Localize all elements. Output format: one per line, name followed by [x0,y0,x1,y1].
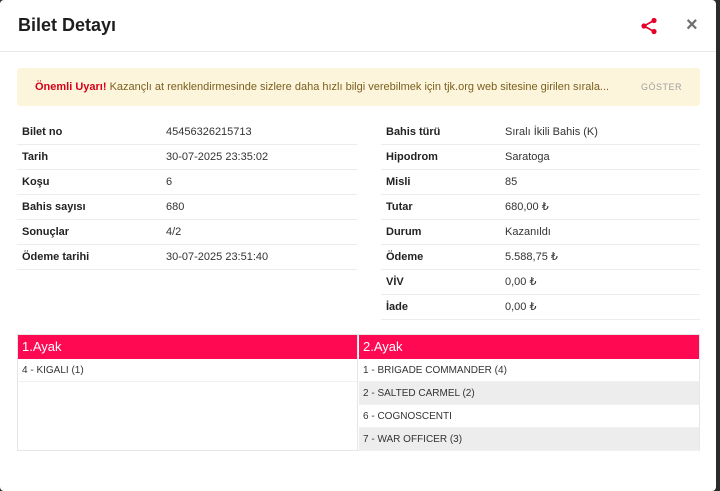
leg-column: 2.Ayak 1 - BRIGADE COMMANDER (4) 2 - SALTE… [359,335,699,451]
info-row: Hipodrom Saratoga [381,145,700,170]
info-value: 0,00 ₺ [505,301,537,313]
info-key: Tutar [386,201,413,213]
info-row: VİV 0,00 ₺ [381,270,700,295]
modal-title: Bilet Detayı [18,15,117,35]
ticket-detail-modal: Bilet Detayı × Önemli Uyarı! Kazançlı at… [0,0,716,491]
info-column-left: Bilet no 45456326215713 Tarih 30-07-2025 23… [17,120,357,270]
info-row: Ödeme 5.588,75 ₺ [381,245,700,270]
info-value: 5.588,75 ₺ [505,251,558,263]
info-value: 85 [505,176,518,188]
leg-header: 2.Ayak [359,335,699,359]
share-icon[interactable] [640,17,658,35]
leg-horse-item: 4 - KIGALI (1) [18,359,357,382]
info-row: Bahis sayısı 680 [17,195,357,220]
info-value: 680 [166,201,185,213]
info-key: Misli [386,176,411,188]
info-row: İade 0,00 ₺ [381,295,700,320]
leg-header: 1.Ayak [18,335,357,359]
warning-label: Önemli Uyarı! [35,81,107,93]
info-key: Koşu [22,176,50,188]
leg-horse-item: 2 - SALTED CARMEL (2) [359,382,699,405]
info-value: 45456326215713 [166,126,252,138]
info-value: 0,00 ₺ [505,276,537,288]
leg-column: 1.Ayak 4 - KIGALI (1) [18,335,358,450]
show-button[interactable]: GÖSTER [641,68,682,106]
info-value: Saratoga [505,151,550,163]
leg-horse-item: 7 - WAR OFFICER (3) [359,428,699,451]
legs-table: 1.Ayak 4 - KIGALI (1) 2.Ayak 1 - BRIGADE C… [17,334,700,451]
warning-banner: Önemli Uyarı! Kazançlı at renklendirmesi… [17,68,700,106]
info-row: Durum Kazanıldı [381,220,700,245]
info-row: Ödeme tarihi 30-07-2025 23:51:40 [17,245,357,270]
info-key: Sonuçlar [22,226,70,238]
info-key: Durum [386,226,422,238]
info-row: Tutar 680,00 ₺ [381,195,700,220]
info-key: Bahis sayısı [22,201,86,213]
leg-horse-item: 6 - COGNOSCENTI [359,405,699,428]
info-value: 680,00 ₺ [505,201,549,213]
info-row: Koşu 6 [17,170,357,195]
info-row: Sonuçlar 4/2 [17,220,357,245]
info-row: Misli 85 [381,170,700,195]
info-key: Ödeme tarihi [22,251,90,263]
info-key: İade [386,301,409,313]
info-value: 30-07-2025 23:51:40 [166,251,269,263]
info-key: Ödeme [386,251,424,263]
close-icon[interactable]: × [686,14,698,36]
modal-header: Bilet Detayı × [0,0,716,52]
leg-horse-item: 1 - BRIGADE COMMANDER (4) [359,359,699,382]
info-value: Sıralı İkili Bahis (K) [505,126,598,138]
info-row: Tarih 30-07-2025 23:35:02 [17,145,357,170]
info-key: Bilet no [22,126,63,138]
info-row: Bilet no 45456326215713 [17,120,357,145]
info-value: 30-07-2025 23:35:02 [166,151,269,163]
info-key: VİV [386,276,404,288]
info-value: 6 [166,176,173,188]
info-key: Bahis türü [386,126,441,138]
warning-text: Kazançlı at renklendirmesinde sizlere da… [109,81,610,93]
info-key: Tarih [22,151,49,163]
info-value: Kazanıldı [505,226,551,238]
info-value: 4/2 [166,226,182,238]
info-column-right: Bahis türü Sıralı İkili Bahis (K) Hipodrom… [381,120,700,320]
info-row: Bahis türü Sıralı İkili Bahis (K) [381,120,700,145]
info-key: Hipodrom [386,151,438,163]
